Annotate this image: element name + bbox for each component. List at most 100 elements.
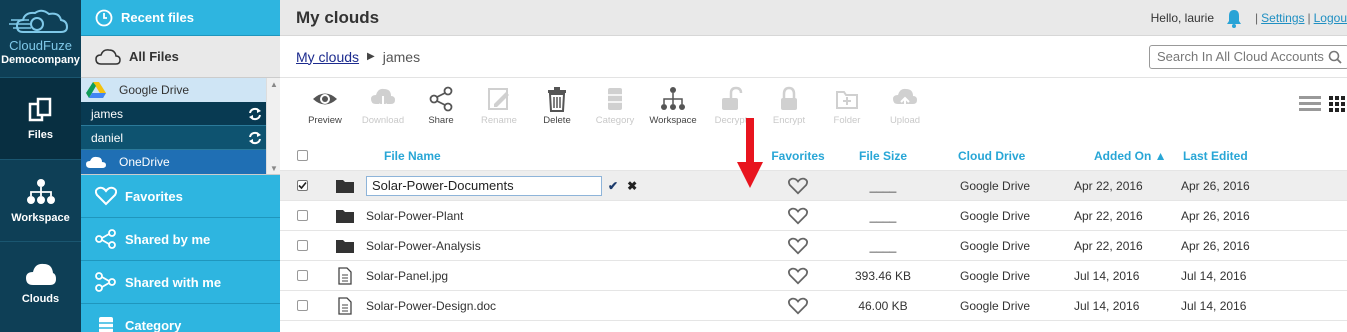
sync-icon[interactable] xyxy=(248,131,262,145)
logout-link[interactable]: Logou xyxy=(1314,11,1347,25)
table-row[interactable]: Solar-Power-Analysis ____ Google Drive A… xyxy=(280,231,1347,261)
category-tool-button[interactable]: Category xyxy=(586,86,644,126)
tree-account-daniel[interactable]: daniel xyxy=(81,126,280,150)
favorites-button[interactable]: Favorites xyxy=(81,175,280,218)
select-all-cell xyxy=(280,150,324,161)
row-checkbox[interactable] xyxy=(296,300,308,311)
header-file-name[interactable]: File Name xyxy=(366,149,768,163)
rename-input[interactable] xyxy=(366,175,602,196)
files-icon xyxy=(28,97,51,121)
encrypt-button[interactable]: Encrypt xyxy=(760,86,818,126)
select-all-checkbox[interactable] xyxy=(296,150,308,161)
heart-outline-icon[interactable] xyxy=(788,237,808,255)
row-favorite-cell xyxy=(768,237,828,255)
row-checkbox[interactable] xyxy=(296,180,308,191)
breadcrumb-root[interactable]: My clouds xyxy=(296,49,359,65)
header-file-size[interactable]: File Size xyxy=(828,149,938,163)
download-button[interactable]: Download xyxy=(354,86,412,126)
row-check-cell xyxy=(280,270,324,281)
row-name[interactable]: Solar-Power-Analysis xyxy=(366,239,768,253)
search-input[interactable]: Search In All Cloud Accounts xyxy=(1157,49,1328,64)
row-checkbox[interactable] xyxy=(296,240,308,251)
row-name[interactable]: Solar-Power-Plant xyxy=(366,209,768,223)
share-button[interactable]: Share xyxy=(412,86,470,126)
heart-outline-icon[interactable] xyxy=(788,297,808,315)
all-files-button[interactable]: All Files xyxy=(81,36,280,78)
table-row[interactable]: ✔ ✖ ____ Google Drive Apr 22, 2016 Apr 2… xyxy=(280,171,1347,201)
row-checkbox[interactable] xyxy=(296,210,308,221)
settings-link[interactable]: Settings xyxy=(1261,11,1304,25)
checkmark-icon xyxy=(297,181,307,190)
preview-button[interactable]: Preview xyxy=(296,86,354,126)
folder-icon xyxy=(336,209,354,223)
heart-outline-icon[interactable] xyxy=(788,267,808,285)
rename-icon xyxy=(488,88,509,110)
workspace-button[interactable]: Workspace xyxy=(644,86,702,126)
rename-button[interactable]: Rename xyxy=(470,86,528,126)
row-name[interactable]: Solar-Power-Design.doc xyxy=(366,299,768,313)
rail-label-files: Files xyxy=(27,128,54,141)
header-added-on[interactable]: Added On ▲ xyxy=(1068,149,1178,163)
search-box[interactable]: Search In All Cloud Accounts xyxy=(1149,44,1347,69)
account-label: james xyxy=(91,106,124,121)
shared-with-me-button[interactable]: Shared with me xyxy=(81,261,280,304)
logo: CloudFuze Democompany xyxy=(0,0,81,77)
row-edited: Apr 26, 2016 xyxy=(1181,178,1250,193)
google-drive-label: Google Drive xyxy=(119,83,190,97)
trash-icon xyxy=(548,87,566,112)
row-added: Jul 14, 2016 xyxy=(1074,268,1140,283)
confirm-rename-icon[interactable]: ✔ xyxy=(608,179,618,193)
cloud-outline-icon xyxy=(95,48,121,65)
row-added: Jul 14, 2016 xyxy=(1074,298,1140,313)
rail-item-clouds[interactable]: Clouds xyxy=(0,241,81,323)
new-folder-button[interactable]: Folder xyxy=(818,86,876,126)
row-size: ____ xyxy=(869,238,897,253)
onedrive-label: OneDrive xyxy=(119,155,170,169)
heart-outline-icon[interactable] xyxy=(788,207,808,225)
tree-account-james[interactable]: james xyxy=(81,102,280,126)
tree-scrollbar[interactable]: ▲ ▼ xyxy=(266,78,280,174)
grid-view-icon[interactable] xyxy=(1329,96,1347,117)
red-arrow-icon xyxy=(737,118,763,188)
favorites-label: Favorites xyxy=(125,188,183,204)
separator: | xyxy=(1255,10,1259,25)
header-favorites[interactable]: Favorites xyxy=(768,149,828,163)
scroll-down-icon[interactable]: ▼ xyxy=(270,164,278,173)
list-view-icon[interactable] xyxy=(1299,96,1321,117)
category-button[interactable]: Category xyxy=(81,304,280,332)
cancel-rename-icon[interactable]: ✖ xyxy=(627,179,637,193)
account-label: daniel xyxy=(91,130,124,145)
row-name[interactable]: Solar-Panel.jpg xyxy=(366,269,768,283)
shared-by-me-button[interactable]: Shared by me xyxy=(81,218,280,261)
scroll-up-icon[interactable]: ▲ xyxy=(270,80,278,89)
table-row[interactable]: Solar-Power-Design.doc 46.00 KB Google D… xyxy=(280,291,1347,321)
tree-onedrive[interactable]: OneDrive xyxy=(81,150,280,174)
search-icon[interactable] xyxy=(1328,50,1342,64)
google-drive-icon xyxy=(85,81,107,99)
tree-google-drive[interactable]: Google Drive xyxy=(81,78,280,102)
recent-files-button[interactable]: Recent files xyxy=(81,0,280,36)
delete-label: Delete xyxy=(543,115,571,126)
delete-button[interactable]: Delete xyxy=(528,86,586,126)
share-icon xyxy=(95,229,116,249)
rail-item-files[interactable]: Files xyxy=(0,77,81,159)
download-cloud-icon xyxy=(371,88,395,110)
bell-icon[interactable] xyxy=(1224,8,1244,28)
folder-label: Folder xyxy=(833,115,861,126)
rail-item-workspace[interactable]: Workspace xyxy=(0,159,81,241)
company-name: Democompany xyxy=(1,54,80,66)
row-favorite-cell xyxy=(768,297,828,315)
row-checkbox[interactable] xyxy=(296,270,308,281)
file-icon xyxy=(338,296,352,315)
onedrive-icon xyxy=(85,153,107,171)
row-added: Apr 22, 2016 xyxy=(1074,208,1143,223)
table-row[interactable]: Solar-Power-Plant ____ Google Drive Apr … xyxy=(280,201,1347,231)
sync-icon[interactable] xyxy=(248,107,262,121)
header-cloud-drive[interactable]: Cloud Drive xyxy=(938,149,1068,163)
table-row[interactable]: Solar-Panel.jpg 393.46 KB Google Drive J… xyxy=(280,261,1347,291)
logo-name: CloudFuze xyxy=(9,38,72,53)
header-last-edited[interactable]: Last Edited xyxy=(1178,149,1328,163)
heart-outline-icon[interactable] xyxy=(788,177,808,195)
upload-button[interactable]: Upload xyxy=(876,86,934,126)
workspace-icon xyxy=(661,87,685,110)
